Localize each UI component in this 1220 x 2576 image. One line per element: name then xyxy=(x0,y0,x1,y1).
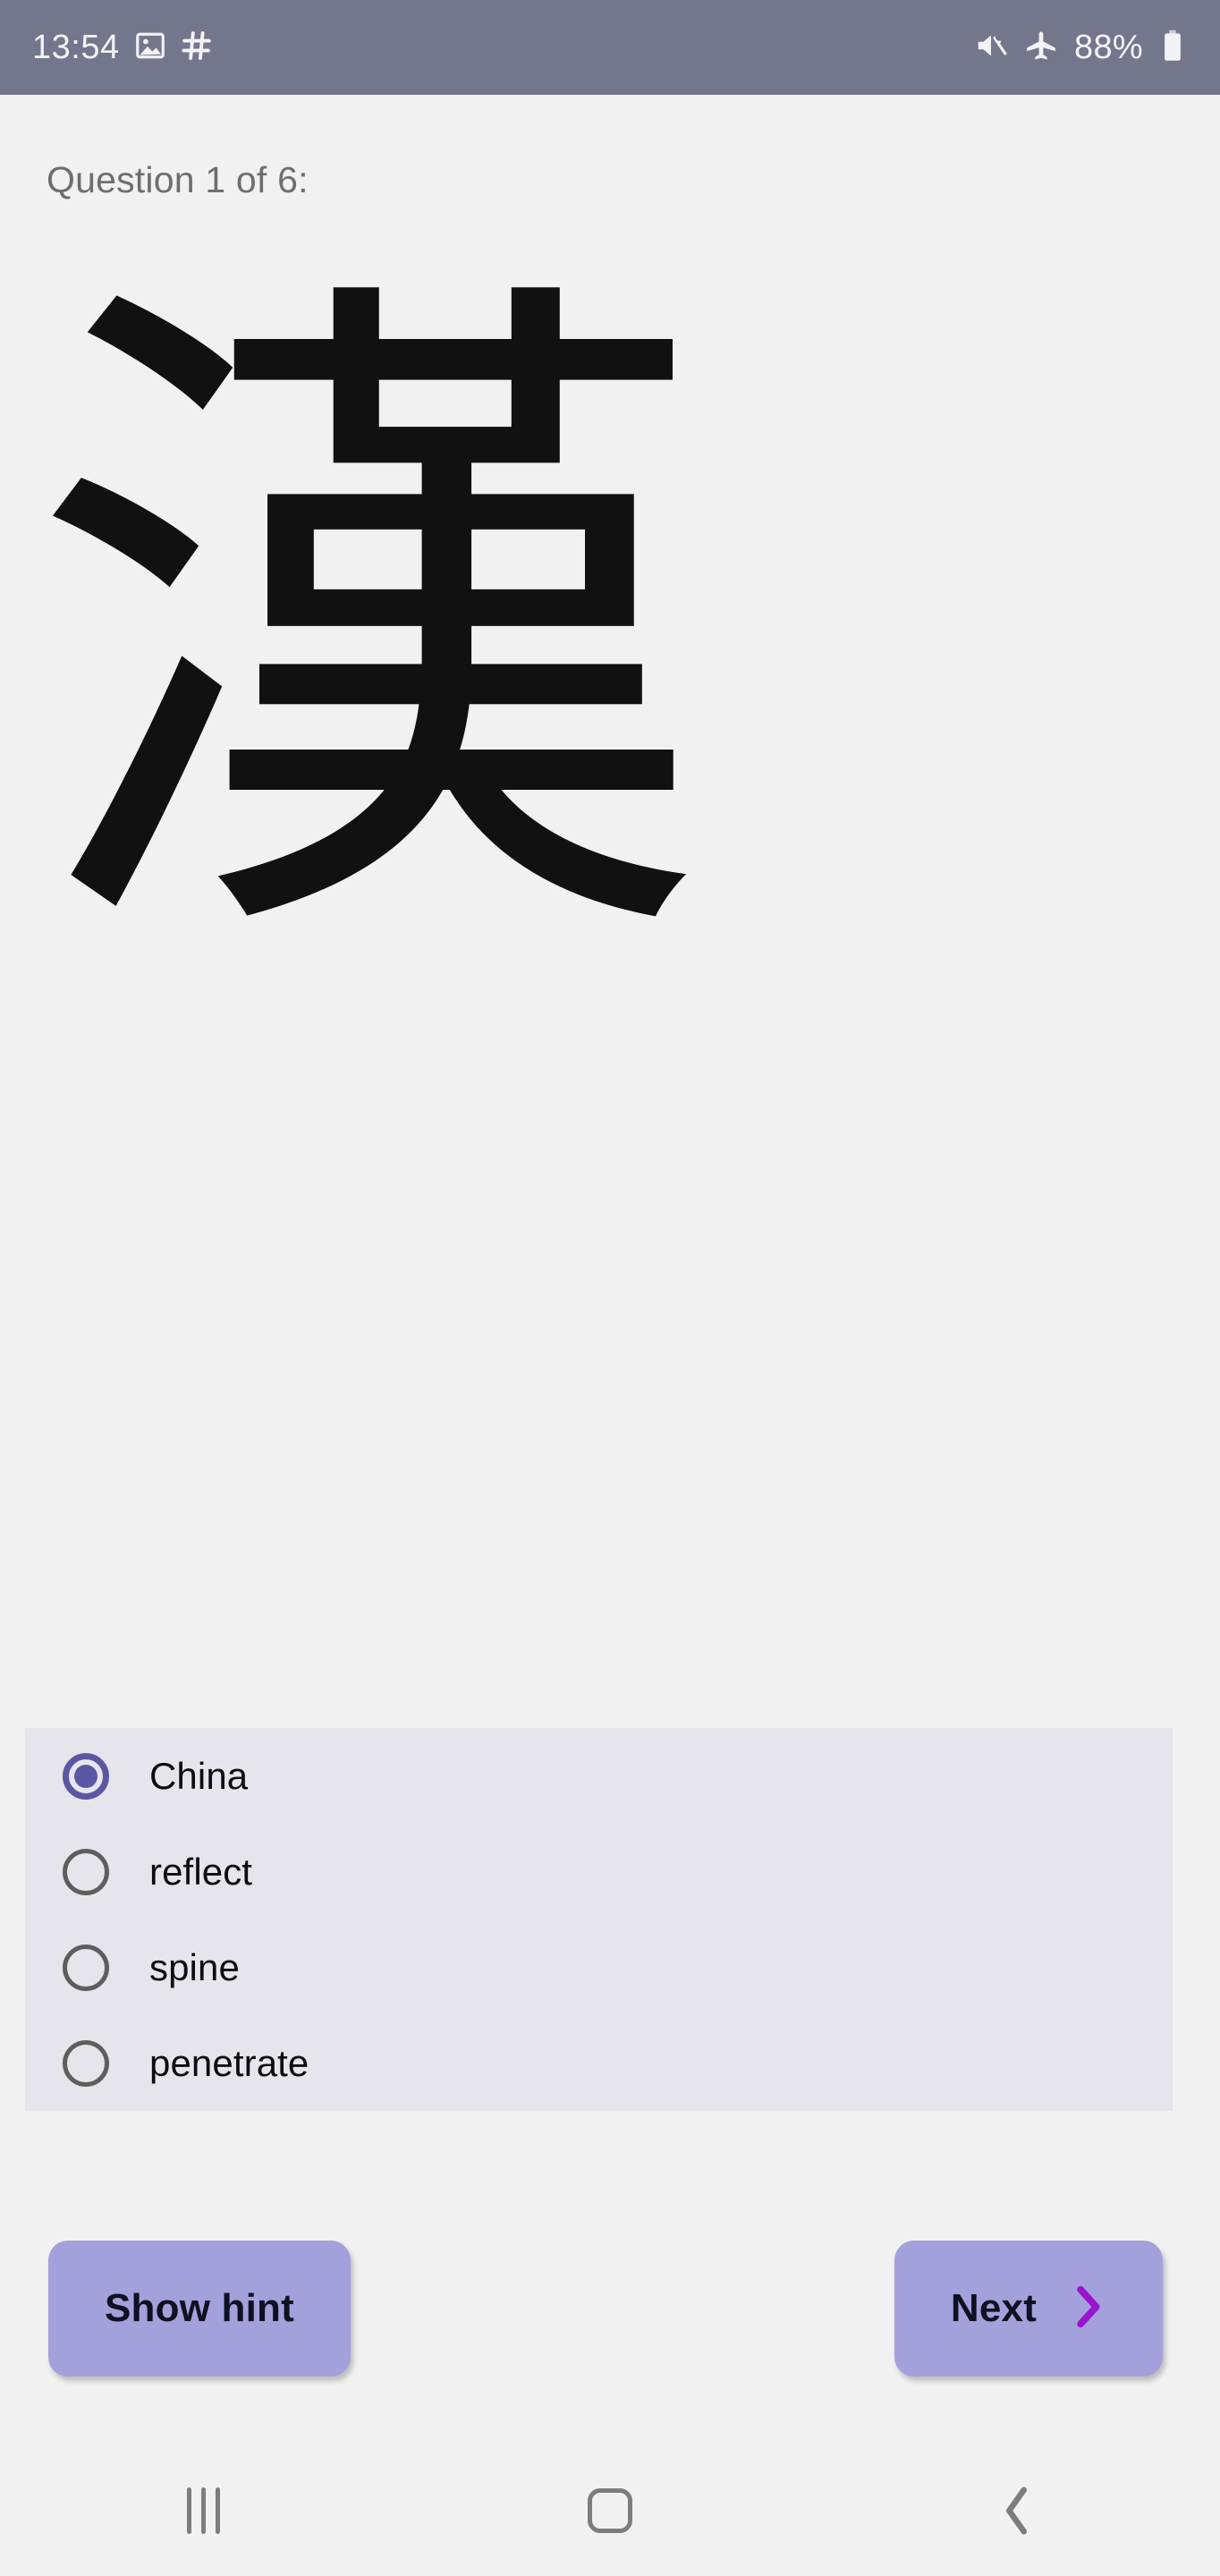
radio-button-reflect[interactable] xyxy=(63,1848,109,1895)
back-icon[interactable] xyxy=(813,2445,1220,2576)
status-time: 13:54 xyxy=(32,29,120,66)
status-bar: 13:54 88% xyxy=(0,0,1220,95)
radio-dot xyxy=(74,1764,97,1788)
option-label-spine: spine xyxy=(149,1945,240,1988)
airplane-mode-icon xyxy=(1024,29,1058,67)
question-progress-label: Question 1 of 6: xyxy=(47,159,309,200)
status-bar-right: 88% xyxy=(974,29,1186,67)
option-label-penetrate: penetrate xyxy=(149,2041,309,2084)
next-label: Next xyxy=(950,2286,1038,2330)
option-row-penetrate[interactable]: penetrate xyxy=(25,2015,1173,2111)
show-hint-label: Show hint xyxy=(105,2286,294,2330)
app-root: 13:54 88% Question 1 of 6: 漢 China refle… xyxy=(0,0,1220,2576)
option-label-china: China xyxy=(149,1754,249,1797)
option-row-reflect[interactable]: reflect xyxy=(25,1824,1173,1919)
prompt-character: 漢 xyxy=(27,231,707,1021)
radio-button-china[interactable] xyxy=(63,1752,109,1800)
show-hint-button[interactable]: Show hint xyxy=(48,2241,351,2377)
option-label-reflect: reflect xyxy=(149,1850,253,1893)
radio-button-penetrate[interactable] xyxy=(63,2039,109,2087)
status-bar-left: 13:54 xyxy=(32,30,213,66)
prompt-character-area: 漢 xyxy=(27,268,778,984)
option-row-spine[interactable]: spine xyxy=(25,1919,1173,2015)
mute-icon xyxy=(974,29,1008,67)
gallery-icon xyxy=(134,30,166,66)
battery-icon xyxy=(1159,29,1186,67)
battery-percent-label: 88% xyxy=(1074,29,1143,66)
recents-icon[interactable] xyxy=(0,2445,407,2576)
radio-button-spine[interactable] xyxy=(63,1944,109,1991)
next-button[interactable]: Next xyxy=(894,2241,1163,2377)
android-navigation-bar xyxy=(0,2445,1220,2576)
answer-options-panel: China reflect spine penetrate xyxy=(25,1728,1173,2111)
hash-icon xyxy=(181,30,213,66)
home-icon[interactable] xyxy=(407,2445,814,2576)
chevron-right-icon xyxy=(1069,2283,1106,2335)
option-row-china[interactable]: China xyxy=(25,1728,1173,1824)
